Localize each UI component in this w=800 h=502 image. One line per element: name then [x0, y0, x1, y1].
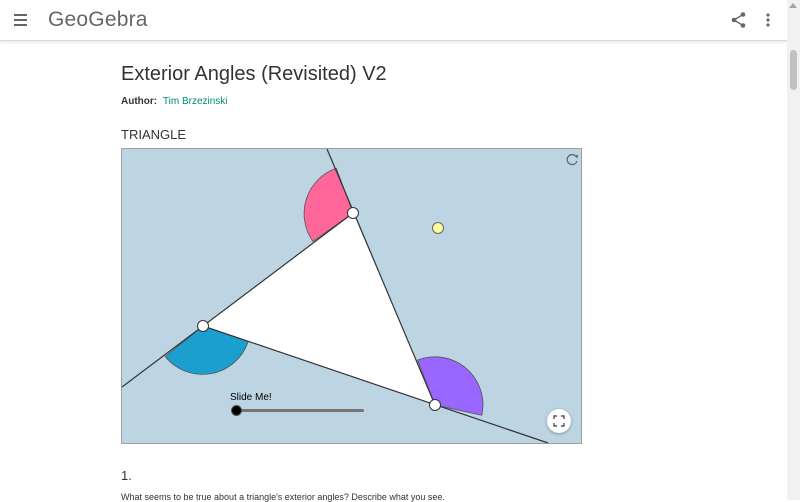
geogebra-applet[interactable]: Slide Me! — [121, 148, 582, 444]
free-point — [432, 222, 444, 234]
slider-label: Slide Me! — [230, 392, 272, 403]
refresh-icon[interactable] — [564, 152, 580, 168]
more-vert-icon[interactable] — [762, 11, 774, 29]
author-label: Author: — [121, 96, 158, 107]
scrollbar-thumb[interactable] — [790, 50, 797, 90]
section-title: TRIANGLE — [121, 127, 187, 142]
scroll-up-arrow-icon[interactable] — [789, 3, 797, 8]
hamburger-menu-icon[interactable] — [14, 12, 30, 28]
question-number: 1. — [121, 468, 132, 483]
vertex-top — [347, 207, 359, 219]
share-icon[interactable] — [730, 11, 748, 29]
vertex-right — [429, 399, 441, 411]
material-title: Exterior Angles (Revisited) V2 — [121, 63, 387, 85]
question-text: What seems to be true about a triangle's… — [121, 492, 445, 502]
fullscreen-icon[interactable] — [547, 409, 571, 433]
author-line: Author: Tim Brzezinski — [121, 96, 228, 107]
top-app-bar: GeoGebra — [0, 0, 787, 41]
triangle-interior — [203, 213, 435, 405]
author-link[interactable]: Tim Brzezinski — [163, 96, 228, 107]
geogebra-logo[interactable]: GeoGebra — [48, 8, 148, 32]
applet-graphics[interactable] — [122, 149, 581, 443]
page-scrollbar[interactable] — [787, 0, 800, 500]
slider-track[interactable] — [235, 409, 364, 412]
logo-text: GeoGebra — [48, 8, 148, 31]
slider-handle[interactable] — [231, 405, 242, 416]
vertex-left — [197, 320, 209, 332]
